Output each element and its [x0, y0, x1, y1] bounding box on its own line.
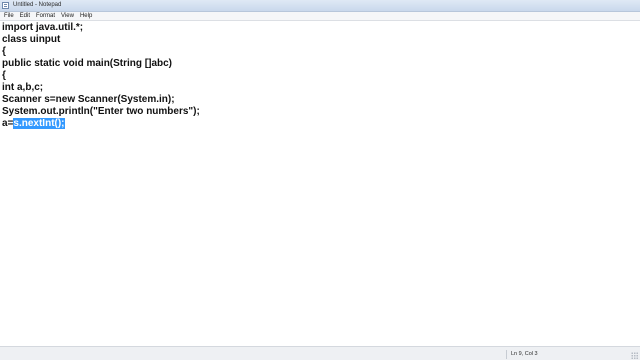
code-line: { [2, 46, 6, 57]
title-bar[interactable]: Untitled - Notepad [0, 0, 640, 12]
cursor-position: Ln 9, Col 3 [511, 351, 538, 357]
code-line: { [2, 70, 6, 81]
menu-bar: File Edit Format View Help [0, 12, 640, 21]
code-line: System.out.println("Enter two numbers"); [2, 106, 200, 117]
menu-format[interactable]: Format [33, 12, 58, 20]
code-line: import java.util.*; [2, 22, 84, 33]
menu-help[interactable]: Help [77, 12, 95, 20]
menu-file[interactable]: File [0, 12, 17, 20]
resize-grip-icon[interactable] [631, 352, 638, 359]
menu-view[interactable]: View [58, 12, 77, 20]
code-line: class uinput [2, 34, 61, 45]
current-code-line: a=s.nextInt(); [2, 118, 65, 130]
selected-text[interactable]: s.nextInt(); [13, 118, 65, 129]
menu-edit[interactable]: Edit [17, 12, 33, 20]
notepad-icon[interactable] [2, 2, 9, 9]
code-line: Scanner s=new Scanner(System.in); [2, 94, 175, 105]
text-editor-area[interactable]: import java.util.*; class uinput { publi… [0, 21, 640, 345]
code-line: public static void main(String []abc) [2, 58, 173, 69]
code-line: int a,b,c; [2, 82, 44, 93]
window-title: Untitled - Notepad [13, 2, 62, 8]
line-prefix: a= [2, 118, 14, 129]
status-divider [506, 350, 507, 359]
notepad-window: Untitled - Notepad File Edit Format View… [0, 0, 640, 360]
status-bar: Ln 9, Col 3 [0, 346, 640, 360]
